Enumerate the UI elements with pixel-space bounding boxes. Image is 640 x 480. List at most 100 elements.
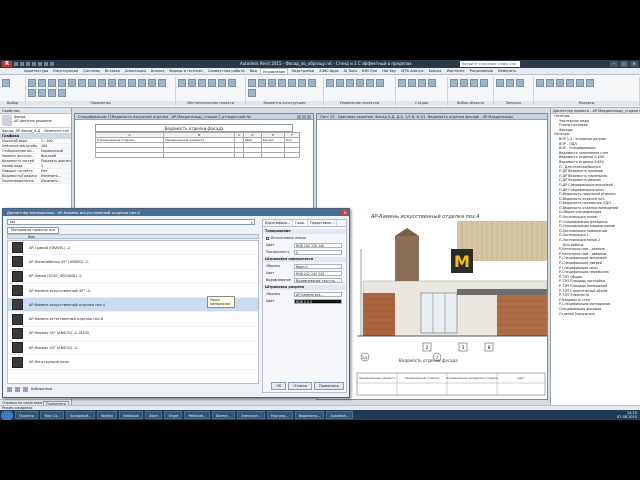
ribbon-tool-icon[interactable] <box>98 79 106 87</box>
ribbon-tool-icon[interactable] <box>346 79 354 87</box>
ribbon-tool-icon[interactable] <box>536 79 544 87</box>
open-icon[interactable] <box>14 62 18 66</box>
ribbon-tab[interactable]: Надстройки <box>289 68 316 74</box>
ribbon-tool-icon[interactable] <box>218 79 226 87</box>
ribbon-tool-icon[interactable] <box>138 79 146 87</box>
ribbon-tool-icon[interactable] <box>48 79 56 87</box>
library-filter-dropdown[interactable]: Материалы проекта: все <box>7 227 60 234</box>
ribbon-tool-icon[interactable] <box>198 79 206 87</box>
surface-pattern-field[interactable]: Кирп.0 <box>294 263 342 269</box>
edit-type-button[interactable]: Изменить тип <box>44 128 69 134</box>
view-minimize-button[interactable] <box>297 115 301 119</box>
ribbon-tool-icon[interactable] <box>398 79 406 87</box>
ribbon-tool-icon[interactable] <box>288 79 296 87</box>
property-value[interactable]: Изменить... <box>40 174 71 178</box>
taskbar-button[interactable]: Notebook <box>119 411 143 419</box>
dialog-close-button[interactable]: ✕ <box>342 210 348 215</box>
ribbon-tool-icon[interactable] <box>576 79 584 87</box>
ribbon-tab[interactable]: Warmhole <box>445 68 467 74</box>
view-close-button[interactable] <box>307 115 311 119</box>
section-surface-pattern[interactable]: Штриховка поверхности <box>263 257 346 262</box>
ribbon-tool-icon[interactable] <box>88 79 96 87</box>
dialog-titlebar[interactable]: Диспетчер материалов - АР-Камень искусст… <box>3 209 349 216</box>
ribbon-tool-icon[interactable] <box>148 79 156 87</box>
ribbon-tool-icon[interactable] <box>78 79 86 87</box>
app-logo[interactable]: R <box>2 61 12 67</box>
ribbon-tab[interactable]: Вставка <box>103 68 122 74</box>
material-editor-icon[interactable] <box>23 387 28 392</box>
list-item[interactable]: АР-Земля (SOST_GROUND) -2- <box>8 270 258 284</box>
ribbon-tool-icon[interactable] <box>2 79 10 87</box>
help-search-input[interactable]: Введите ключевое слово или фразу <box>460 61 520 72</box>
ribbon-tool-icon[interactable] <box>28 79 36 87</box>
taskbar-button[interactable]: Zoom <box>144 411 163 419</box>
apply-dialog-button[interactable]: Применить <box>314 382 344 390</box>
measure-icon[interactable] <box>44 62 48 66</box>
ribbon-tool-icon[interactable] <box>480 79 488 87</box>
ribbon-tool-icon[interactable] <box>248 89 256 97</box>
ribbon-tool-icon[interactable] <box>248 79 256 87</box>
ribbon-tool-icon[interactable] <box>258 79 266 87</box>
taskbar-button[interactable]: Бинарный... <box>66 411 96 419</box>
ribbon-tool-icon[interactable] <box>298 79 306 87</box>
save-icon[interactable] <box>20 62 24 66</box>
ribbon-tool-icon[interactable] <box>428 79 436 87</box>
sheet-view-window[interactable]: Лист 23 - Цветовое решение. Фасад А-Д, Д… <box>316 113 548 400</box>
ribbon-tool-icon[interactable] <box>38 79 46 87</box>
text-icon[interactable] <box>50 62 54 66</box>
taskbar-button[interactable]: Total Co... <box>40 411 65 419</box>
section-cut-pattern[interactable]: Штриховка разреза <box>263 285 346 290</box>
ribbon-tool-icon[interactable] <box>326 79 334 87</box>
ribbon-tool-icon[interactable] <box>118 79 126 87</box>
material-annotation[interactable]: АР-Камень искусственный отделка поз.4 <box>371 214 479 220</box>
property-value[interactable]: Высокий <box>40 154 71 158</box>
list-item[interactable]: АР-Железобетон 45° (UNSED) -2- <box>8 255 258 270</box>
ribbon-tab[interactable]: Kalkula <box>427 68 444 74</box>
ribbon-tool-icon[interactable] <box>68 79 76 87</box>
ribbon-tool-icon[interactable] <box>178 79 186 87</box>
view-maximize-button[interactable] <box>302 115 306 119</box>
ribbon-tab[interactable]: Системы <box>81 68 102 74</box>
ribbon-tab[interactable]: BIM One <box>360 68 379 74</box>
ribbon-tool-icon[interactable] <box>188 79 196 87</box>
ribbon-tab[interactable]: Hot Key <box>380 68 398 74</box>
property-row[interactable]: Переопределения Изменить... <box>0 179 71 184</box>
ribbon-tool-icon[interactable] <box>278 79 286 87</box>
schedule-cell[interactable] <box>284 152 300 158</box>
ok-button[interactable]: ОК <box>271 382 287 390</box>
cancel-button[interactable]: Отмена <box>288 382 313 390</box>
start-button[interactable] <box>1 410 13 420</box>
ribbon-tab[interactable]: Вид <box>248 68 259 74</box>
list-item[interactable]: АР-Конструкция пола <box>8 355 258 370</box>
ribbon-tool-icon[interactable] <box>208 79 216 87</box>
ribbon-tool-icon[interactable] <box>308 79 316 87</box>
library-icon[interactable] <box>15 387 20 392</box>
ribbon-tab[interactable]: Аннотации <box>123 68 148 74</box>
schedule-cell[interactable] <box>242 152 262 158</box>
list-item[interactable]: АР-Гравий (GRAVEL) -2- <box>8 241 258 256</box>
close-button[interactable]: ✕ <box>630 61 638 67</box>
shading-color-field[interactable]: RGB 150 130 140 <box>294 242 342 248</box>
section-shading[interactable]: Тонирование <box>263 229 346 234</box>
ribbon-tool-icon[interactable] <box>158 79 166 87</box>
property-value[interactable]: Показать оригинал <box>40 159 71 163</box>
taskbar-button[interactable]: Ведомость... <box>294 411 325 419</box>
taskbar-button[interactable]: Weebly <box>97 411 118 419</box>
ribbon-tab[interactable]: Формы и генплан <box>167 68 204 74</box>
ribbon-tab[interactable]: Расширения <box>468 68 495 74</box>
undo-icon[interactable] <box>26 62 30 66</box>
taskbar-button[interactable]: Skype <box>164 411 183 419</box>
ribbon-tool-icon[interactable] <box>516 79 524 87</box>
cut-color-field[interactable]: RGB 0 0 0 <box>294 298 342 304</box>
ribbon-tab[interactable]: MTB Add-Ins <box>399 68 425 74</box>
ribbon-tool-icon[interactable] <box>408 79 416 87</box>
ribbon-tool-icon[interactable] <box>356 79 364 87</box>
system-tray-clock[interactable]: 14:15 07.08.2015 <box>617 411 637 419</box>
property-value[interactable]: Нет <box>40 169 71 173</box>
schedule-cell[interactable] <box>163 152 236 158</box>
taskbar-button[interactable]: Мои ред... <box>266 411 293 419</box>
ribbon-tool-icon[interactable] <box>268 79 276 87</box>
property-value[interactable]: 100 <box>40 144 71 148</box>
ribbon-tool-icon[interactable] <box>556 79 564 87</box>
cut-pattern-field[interactable]: АР-Камень иск... <box>294 291 342 297</box>
